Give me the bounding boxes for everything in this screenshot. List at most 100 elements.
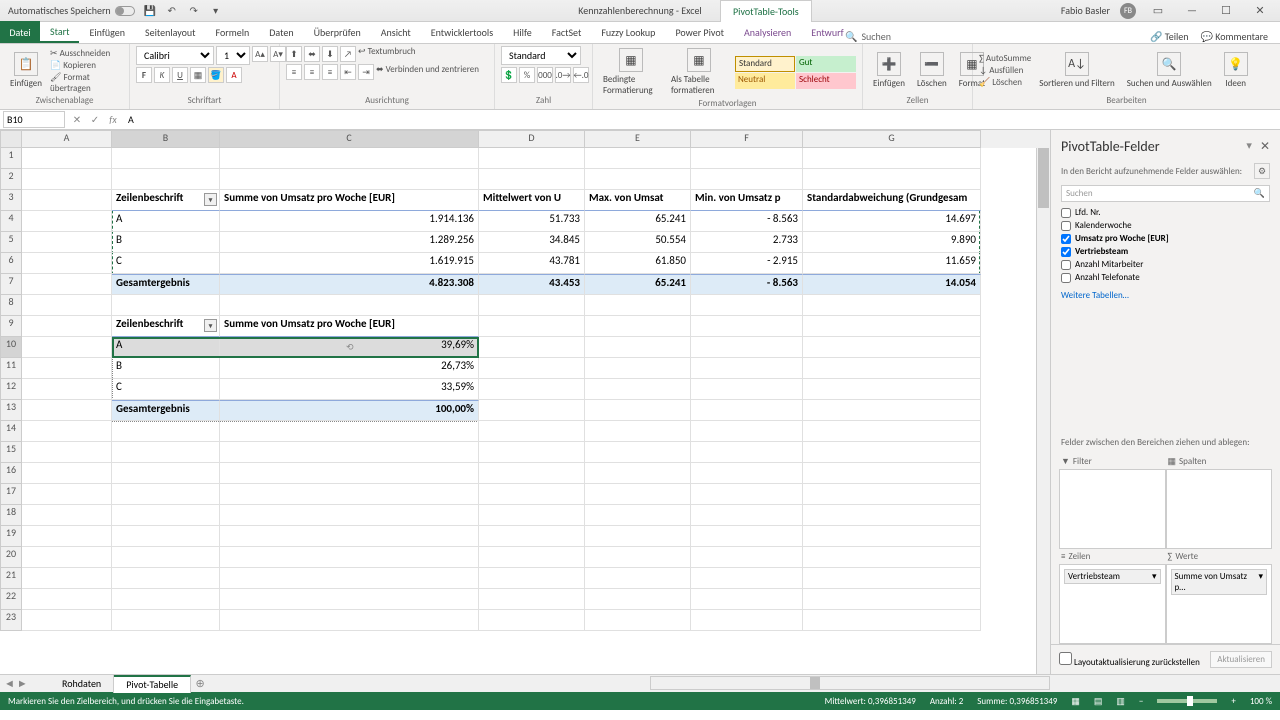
rows-item[interactable]: Vertriebsteam▾ [1064, 569, 1161, 584]
cell[interactable] [112, 421, 220, 442]
cell[interactable] [691, 169, 803, 190]
cell[interactable] [220, 484, 479, 505]
cell[interactable] [585, 148, 691, 169]
customize-qat-icon[interactable]: ▾ [209, 4, 223, 18]
tab-ueberpruefen[interactable]: Überprüfen [304, 21, 371, 43]
cell[interactable] [22, 442, 112, 463]
cell[interactable] [803, 526, 981, 547]
fill-button[interactable]: ↓ Ausfüllen [979, 65, 1031, 76]
spreadsheet-grid[interactable]: A B C D E F G 12345678910111213141516171… [0, 130, 1050, 674]
row-header-8[interactable]: 8 [0, 295, 22, 316]
tab-ansicht[interactable]: Ansicht [371, 21, 421, 43]
cell[interactable] [22, 295, 112, 316]
zoom-level[interactable]: 100 % [1250, 696, 1272, 707]
cell[interactable] [220, 442, 479, 463]
decrease-decimal-icon[interactable]: ←.0 [573, 67, 589, 83]
row-header-1[interactable]: 1 [0, 148, 22, 169]
cell[interactable] [479, 295, 585, 316]
row-header-23[interactable]: 23 [0, 610, 22, 631]
cell[interactable] [585, 442, 691, 463]
cell[interactable] [585, 358, 691, 379]
align-left-icon[interactable]: ≡ [286, 64, 302, 80]
cell[interactable]: 34.845 [479, 232, 585, 253]
cell[interactable] [22, 610, 112, 631]
sheet-nav-prev-icon[interactable]: ◄ [4, 677, 15, 690]
enter-formula-icon[interactable]: ✓ [86, 113, 104, 126]
pane-dropdown-icon[interactable]: ▾ [1246, 139, 1252, 154]
field-item[interactable]: Kalenderwoche [1061, 219, 1270, 232]
cell[interactable] [112, 484, 220, 505]
cell[interactable] [691, 484, 803, 505]
increase-font-icon[interactable]: A▴ [252, 46, 268, 62]
zoom-slider[interactable] [1157, 699, 1217, 703]
percent-icon[interactable]: % [519, 67, 535, 83]
row-header-17[interactable]: 17 [0, 484, 22, 505]
values-item[interactable]: Summe von Umsatz p…▾ [1171, 569, 1268, 595]
tell-me-search[interactable]: 🔍 Suchen [845, 30, 891, 43]
row-header-18[interactable]: 18 [0, 505, 22, 526]
cell[interactable]: 4.823.308 [220, 274, 479, 295]
comma-icon[interactable]: 000 [537, 67, 553, 83]
align-middle-icon[interactable]: ⬌ [304, 46, 320, 62]
cell[interactable] [585, 568, 691, 589]
row-header-5[interactable]: 5 [0, 232, 22, 253]
cell[interactable] [22, 316, 112, 337]
paste-button[interactable]: 📋Einfügen [6, 50, 46, 91]
zoom-out-icon[interactable]: − [1139, 696, 1143, 707]
cell[interactable] [112, 148, 220, 169]
align-right-icon[interactable]: ≡ [322, 64, 338, 80]
col-header-E[interactable]: E [585, 130, 691, 148]
cell[interactable]: - 8.563 [691, 274, 803, 295]
font-size-select[interactable]: 11 [216, 46, 250, 65]
align-center-icon[interactable]: ≡ [304, 64, 320, 80]
delete-cells-button[interactable]: ➖Löschen [913, 50, 951, 91]
horizontal-scrollbar[interactable] [650, 676, 1050, 690]
cell[interactable]: B [112, 232, 220, 253]
row-header-7[interactable]: 7 [0, 274, 22, 295]
cut-button[interactable]: ✂ Ausschneiden [50, 48, 123, 59]
cell[interactable]: Gesamtergebnis [112, 400, 220, 421]
cell[interactable]: 50.554 [585, 232, 691, 253]
cell[interactable] [479, 526, 585, 547]
cell[interactable]: Standardabweichung (Grundgesam [803, 190, 981, 211]
cell[interactable] [691, 358, 803, 379]
underline-button[interactable]: U [172, 67, 188, 83]
tab-hilfe[interactable]: Hilfe [503, 21, 542, 43]
autosum-button[interactable]: ∑ AutoSumme [979, 53, 1031, 64]
cell[interactable] [220, 505, 479, 526]
row-header-14[interactable]: 14 [0, 421, 22, 442]
cell[interactable]: 61.850 [585, 253, 691, 274]
insert-cells-button[interactable]: ➕Einfügen [869, 50, 909, 91]
cell[interactable] [22, 190, 112, 211]
filter-dropzone[interactable] [1059, 469, 1166, 549]
cell[interactable] [22, 463, 112, 484]
row-header-12[interactable]: 12 [0, 379, 22, 400]
row-header-21[interactable]: 21 [0, 568, 22, 589]
formula-input[interactable] [122, 112, 1280, 127]
cell[interactable] [691, 463, 803, 484]
field-checkbox[interactable] [1061, 208, 1071, 218]
tab-einfuegen[interactable]: Einfügen [79, 21, 135, 43]
cell[interactable] [479, 358, 585, 379]
cell[interactable] [691, 316, 803, 337]
border-button[interactable]: ▦ [190, 67, 206, 83]
cell[interactable]: Max. von Umsat [585, 190, 691, 211]
field-item[interactable]: Anzahl Telefonate [1061, 271, 1270, 284]
cell[interactable] [22, 169, 112, 190]
cell[interactable] [22, 274, 112, 295]
cell[interactable]: C [112, 379, 220, 400]
tab-analysieren[interactable]: Analysieren [734, 21, 801, 43]
cell[interactable]: Summe von Umsatz pro Woche [EUR] [220, 316, 479, 337]
format-as-table-button[interactable]: ▦Als Tabelle formatieren [667, 46, 731, 98]
cell[interactable] [585, 526, 691, 547]
cell[interactable] [479, 421, 585, 442]
cell[interactable]: B [112, 358, 220, 379]
cell[interactable] [479, 379, 585, 400]
row-header-6[interactable]: 6 [0, 253, 22, 274]
cell[interactable] [803, 610, 981, 631]
cell[interactable] [585, 484, 691, 505]
cell[interactable] [691, 400, 803, 421]
align-top-icon[interactable]: ⬆ [286, 46, 302, 62]
cell[interactable] [803, 463, 981, 484]
cell[interactable] [691, 547, 803, 568]
